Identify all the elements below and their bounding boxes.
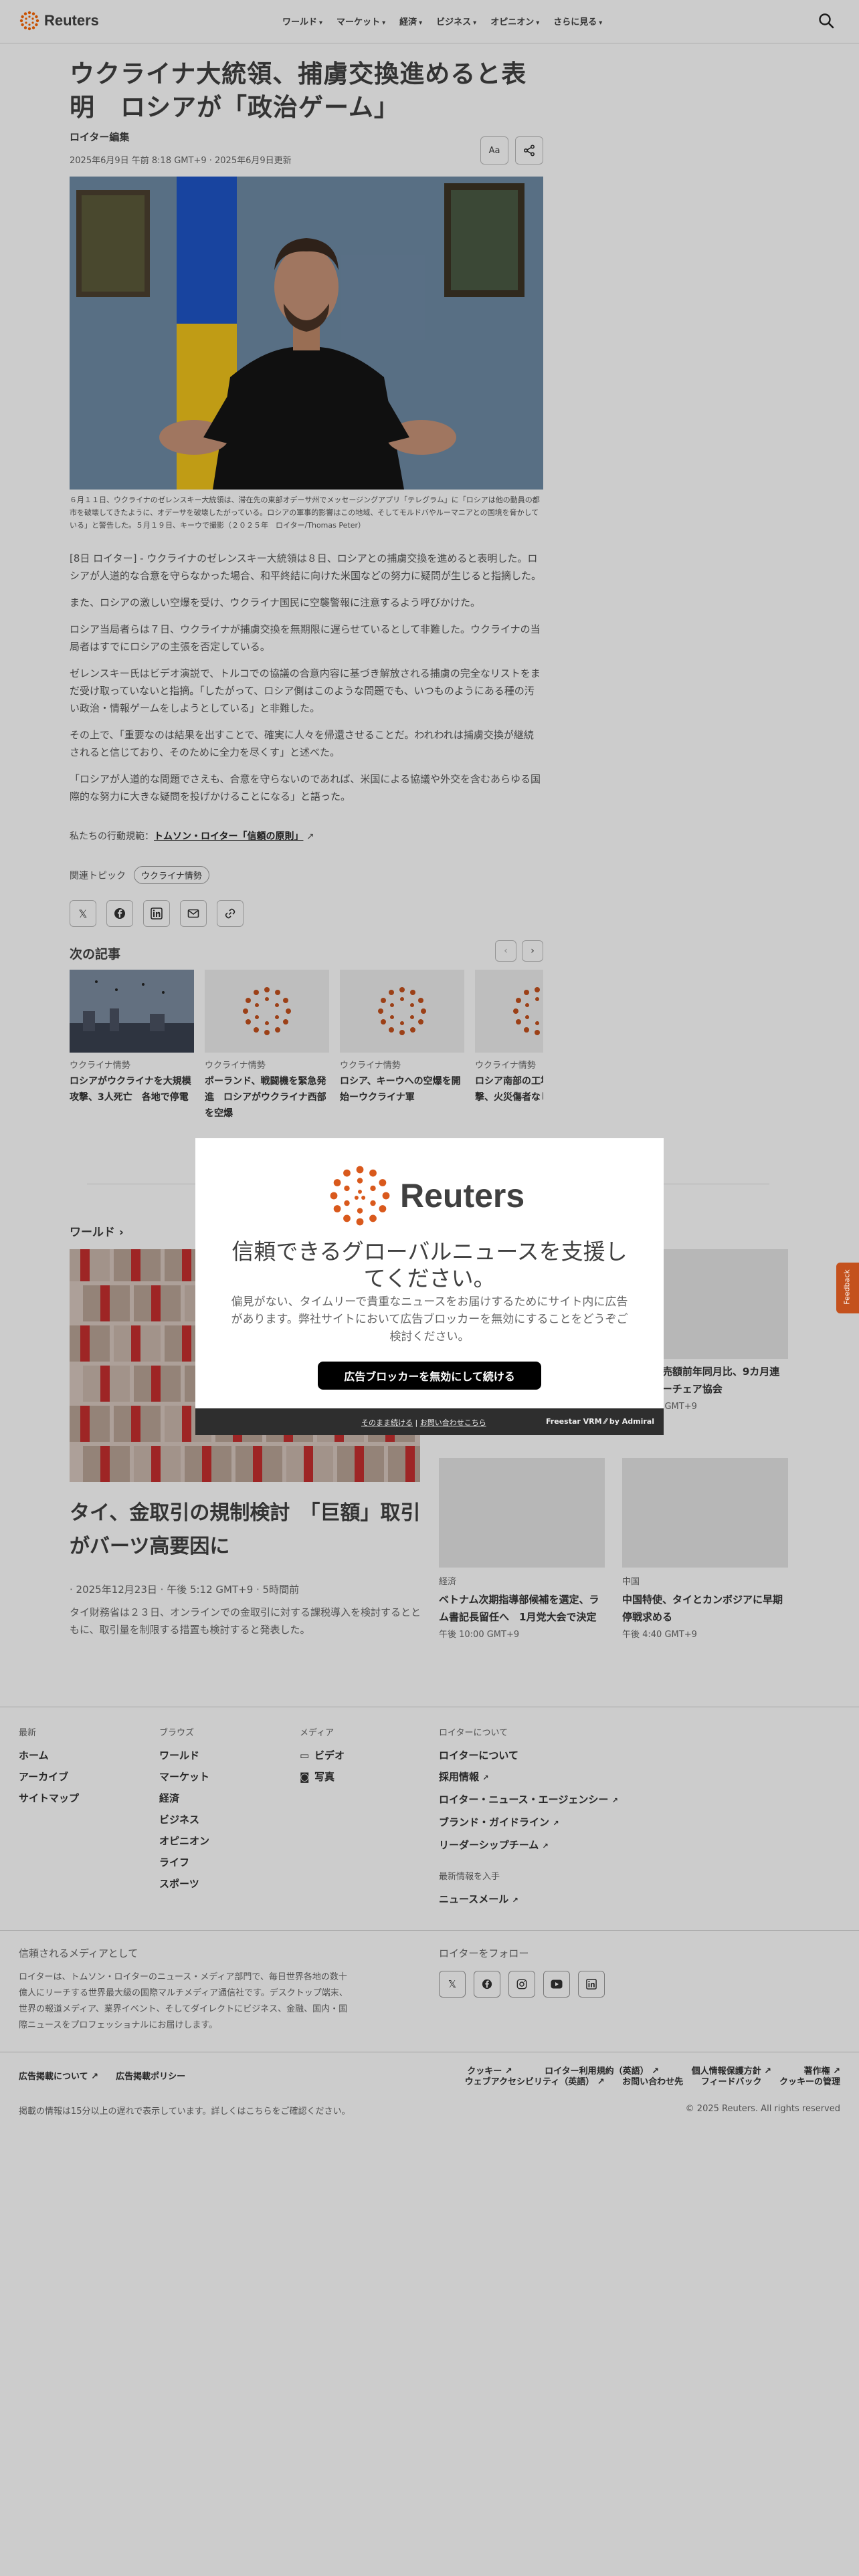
adblock-modal: Reuters 信頼できるグローバルニュースを支援してください。 偏見がない、タ… bbox=[195, 1138, 664, 1435]
modal-links: そのまま続ける | お問い合わせこちら bbox=[361, 1418, 486, 1427]
feedback-label: Feedback bbox=[842, 1269, 852, 1305]
contact-link[interactable]: お問い合わせこちら bbox=[420, 1418, 486, 1427]
modal-footer-bar: そのまま続ける | お問い合わせこちら Freestar VRM ⁄⁄ by A… bbox=[195, 1408, 664, 1435]
continue-link[interactable]: そのまま続ける bbox=[361, 1418, 413, 1427]
disable-adblock-button[interactable]: 広告ブロッカーを無効にして続ける bbox=[318, 1362, 541, 1390]
feedback-tab[interactable]: Feedback bbox=[836, 1263, 859, 1313]
modal-brand[interactable]: Freestar VRM ⁄⁄ by Admiral bbox=[546, 1417, 654, 1426]
modal-heading: 信頼できるグローバルニュースを支援してください。 bbox=[231, 1239, 628, 1291]
modal-text: 偏見がない、タイムリーで貴重なニュースをお届けするためにサイト内に広告があります… bbox=[231, 1295, 628, 1344]
modal-logo-text: Reuters bbox=[400, 1177, 525, 1214]
modal-reuters-logo: Reuters bbox=[328, 1164, 524, 1228]
reuters-dots-icon bbox=[330, 1166, 390, 1226]
